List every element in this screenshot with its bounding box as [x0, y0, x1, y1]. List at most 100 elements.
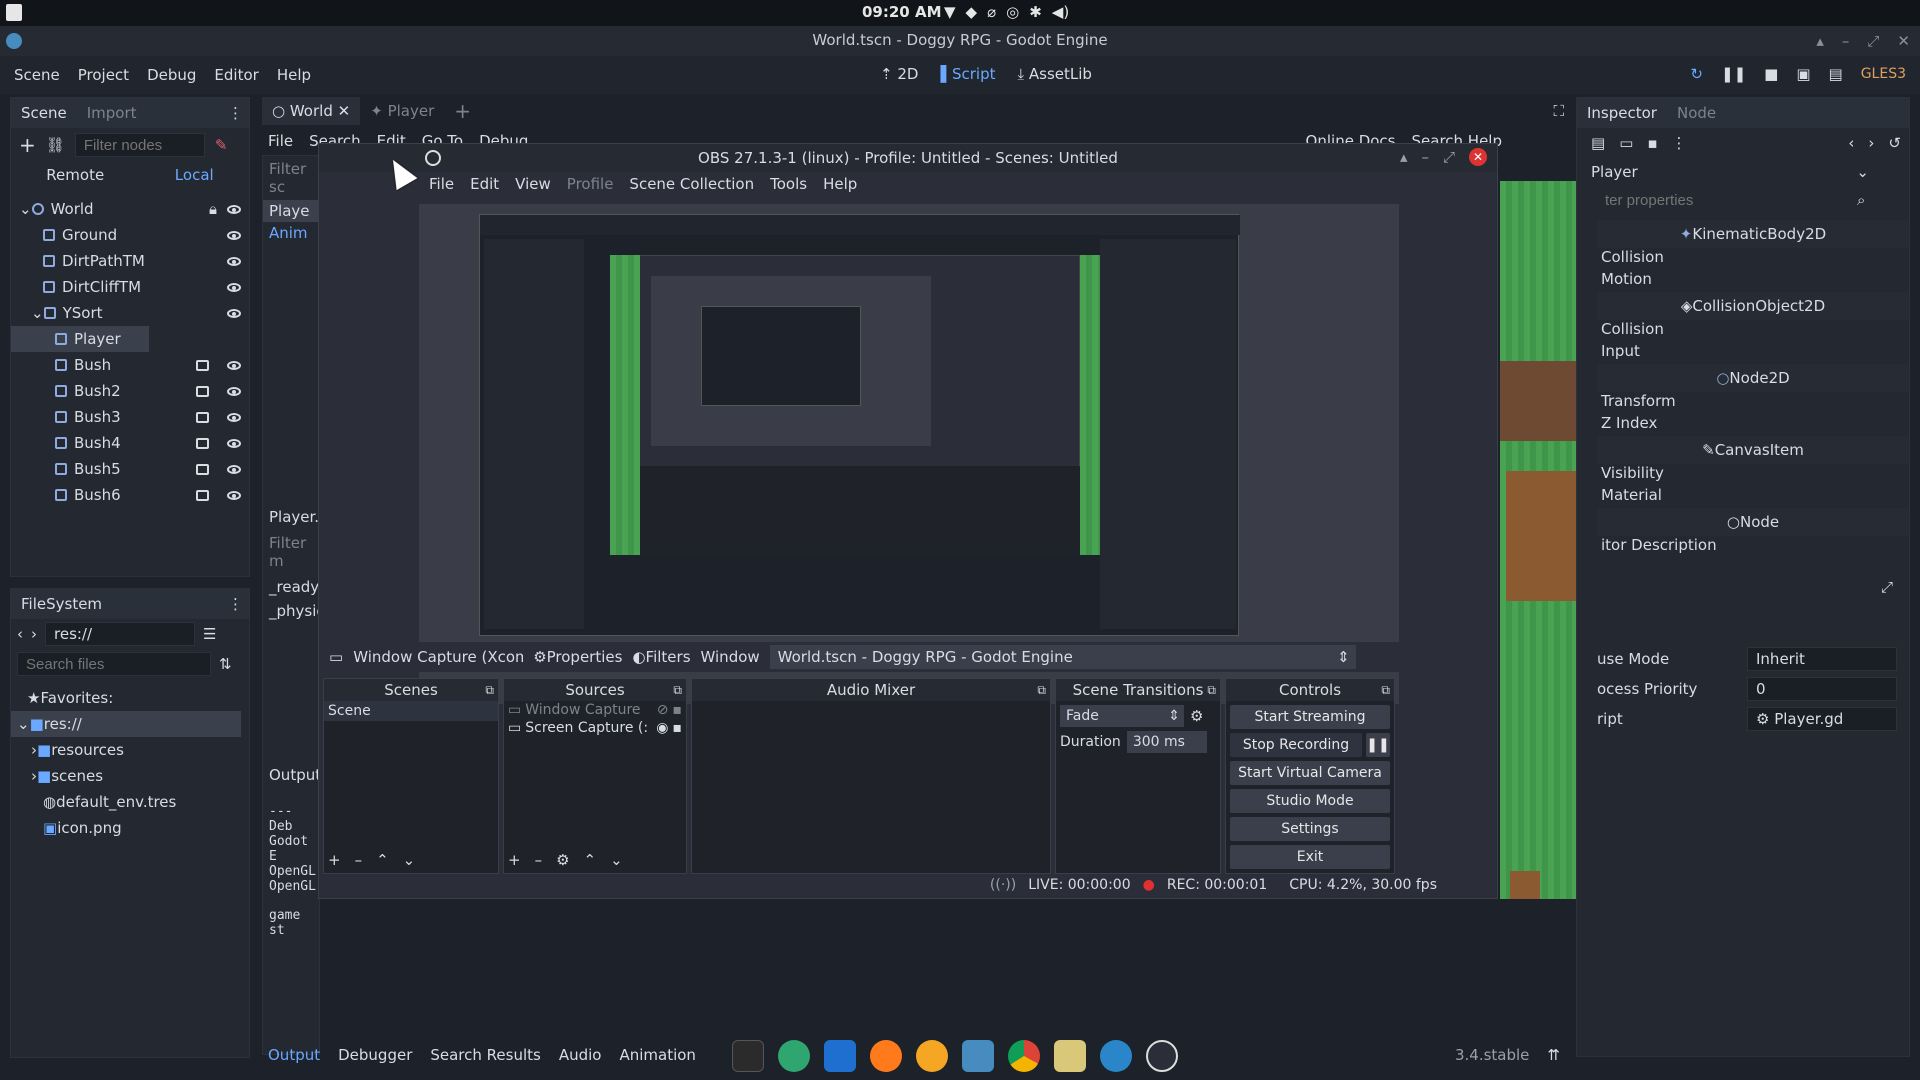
folder-item-scenes[interactable]: › ■ scenes [11, 763, 249, 789]
sort-icon[interactable]: ⇅ [219, 655, 232, 673]
menu-help[interactable]: Help [277, 66, 311, 84]
collapse-panel-icon[interactable]: ⇈ [1547, 1046, 1560, 1064]
obs-menu-file[interactable]: File [429, 175, 454, 193]
pause-mode-select[interactable]: Inherit [1747, 647, 1897, 671]
volume-icon[interactable]: ◀) [1052, 3, 1069, 21]
lock-icon[interactable]: 🔒︎ [209, 200, 217, 218]
distraction-free-icon[interactable]: ⛶ [1553, 102, 1564, 120]
scene-instance-icon[interactable] [196, 463, 209, 475]
prop-group[interactable]: itor Description [1597, 536, 1909, 558]
workspace-2d-button[interactable]: ⇡ 2D [880, 65, 918, 83]
tree-item-bush6[interactable]: Bush6 [11, 482, 249, 508]
scene-list-item[interactable]: Scene [324, 701, 498, 721]
obs-menu-edit[interactable]: Edit [470, 175, 499, 193]
transition-select[interactable]: Fade ⇕ [1060, 705, 1184, 727]
tab-player[interactable]: ✦ Player [360, 102, 444, 120]
script-item-anim[interactable]: Anim [263, 222, 319, 244]
file-item-icon-png[interactable]: ▣ icon.png [11, 815, 249, 841]
pause-icon[interactable]: ❚❚ [1721, 65, 1746, 83]
bottom-tab-search-results[interactable]: Search Results [430, 1046, 540, 1064]
reload-icon[interactable]: ↻ [1690, 65, 1703, 83]
method-physics[interactable]: _physics [263, 600, 332, 622]
visibility-icon[interactable] [227, 230, 241, 240]
clip-icon[interactable]: ⌀ [987, 3, 996, 21]
tab-world[interactable]: ○ World ✕ [262, 97, 361, 125]
remote-button[interactable]: Remote [46, 166, 104, 184]
restore-icon[interactable]: – [1421, 148, 1429, 166]
clock[interactable]: 09:20 AM [862, 3, 942, 21]
link-icon[interactable]: ⛓ [46, 136, 65, 154]
script-attach-icon[interactable]: ✎ [215, 136, 228, 154]
bottom-tab-animation[interactable]: Animation [619, 1046, 695, 1064]
source-item-screen-capture[interactable]: ▭ Screen Capture (: ◉ ▪ [504, 719, 686, 737]
history-forward-icon[interactable]: › [1868, 134, 1874, 152]
object-selector[interactable]: Player ⌄ [1577, 158, 1909, 186]
tree-item-bush4[interactable]: Bush4 [11, 430, 249, 456]
add-icon[interactable]: + [508, 851, 521, 869]
stop-icon[interactable]: ■ [1764, 65, 1778, 83]
obs-menu-profile[interactable]: Profile [567, 175, 614, 193]
scene-instance-icon[interactable] [196, 385, 209, 397]
local-button[interactable]: Local [175, 166, 214, 184]
start-streaming-button[interactable]: Start Streaming [1230, 705, 1390, 729]
menu-debug[interactable]: Debug [147, 66, 196, 84]
forward-icon[interactable]: › [31, 625, 37, 643]
maximize-icon[interactable]: ⤢ [1867, 32, 1879, 50]
bottom-tab-debugger[interactable]: Debugger [338, 1046, 412, 1064]
maximize-icon[interactable]: ⤢ [1443, 148, 1455, 166]
tree-item-player[interactable]: Player [11, 326, 149, 352]
bluetooth-icon[interactable]: ✱ [1029, 3, 1042, 21]
close-icon[interactable]: ✕ [1897, 32, 1910, 50]
restore-icon[interactable]: – [1842, 32, 1850, 50]
remove-icon[interactable]: – [535, 851, 543, 869]
visibility-icon[interactable] [227, 256, 241, 266]
section-kinematicbody2d[interactable]: ✦ KinematicBody2D [1597, 220, 1909, 248]
move-up-icon[interactable]: ⌃ [376, 851, 389, 869]
godot-icon[interactable] [962, 1040, 994, 1072]
move-down-icon[interactable]: ⌄ [610, 851, 623, 869]
tree-item-bush[interactable]: Bush [11, 352, 249, 378]
new-resource-icon[interactable]: ▤ [1591, 134, 1605, 152]
obs-menu-tools[interactable]: Tools [770, 175, 807, 193]
renderer-select[interactable]: GLES3 [1861, 66, 1906, 82]
workspace-script-button[interactable]: ▌Script [940, 65, 995, 83]
pause-recording-icon[interactable]: ❚❚ [1366, 733, 1390, 757]
start-virtual-camera-button[interactable]: Start Virtual Camera [1230, 761, 1390, 785]
visibility-icon[interactable] [227, 360, 241, 370]
tab-inspector[interactable]: Inspector [1577, 104, 1667, 122]
script-item-player[interactable]: Playe [263, 200, 319, 222]
tree-item-bush3[interactable]: Bush3 [11, 404, 249, 430]
history-back-icon[interactable]: ‹ [1848, 134, 1854, 152]
files-icon[interactable] [1054, 1040, 1086, 1072]
shield-icon[interactable]: ◆ [966, 3, 978, 21]
app-menu-icon[interactable] [6, 4, 22, 21]
undock-icon[interactable]: ⧉ [673, 683, 682, 698]
undock-icon[interactable]: ⧉ [1037, 683, 1046, 698]
lock-icon[interactable]: ▪ [673, 720, 683, 736]
visibility-icon[interactable] [227, 204, 241, 214]
visibility-icon[interactable] [227, 490, 241, 500]
sync-icon[interactable]: ◎ [1006, 3, 1019, 21]
visibility-icon[interactable] [227, 464, 241, 474]
preview-capture[interactable] [479, 214, 1240, 636]
filter-scripts-input[interactable]: Filter sc [263, 156, 319, 200]
prop-group[interactable]: Z Index [1597, 414, 1909, 436]
favorites-item[interactable]: ★ Favorites: [11, 685, 249, 711]
prop-group[interactable]: Material [1597, 486, 1909, 508]
scene-instance-icon[interactable] [196, 489, 209, 501]
gear-icon[interactable]: ⚙ [556, 851, 569, 869]
visibility-icon[interactable] [227, 386, 241, 396]
dock-menu-icon[interactable]: ⋮ [228, 595, 243, 613]
filter-properties-input[interactable] [1597, 188, 1857, 212]
obs-icon[interactable] [1146, 1040, 1178, 1072]
bottom-tab-output[interactable]: Output [268, 1046, 320, 1064]
filters-button[interactable]: ◐Filters [632, 648, 690, 666]
prop-group[interactable]: Transform [1597, 392, 1909, 414]
play-scene-icon[interactable]: ▣ [1796, 65, 1810, 83]
script-menu-file[interactable]: File [268, 132, 293, 150]
section-canvasitem[interactable]: ✎ CanvasItem [1597, 436, 1909, 464]
wifi-icon[interactable]: ▼ [944, 3, 956, 21]
move-down-icon[interactable]: ⌄ [403, 851, 416, 869]
settings-button[interactable]: Settings [1230, 817, 1390, 841]
scene-instance-icon[interactable] [196, 437, 209, 449]
